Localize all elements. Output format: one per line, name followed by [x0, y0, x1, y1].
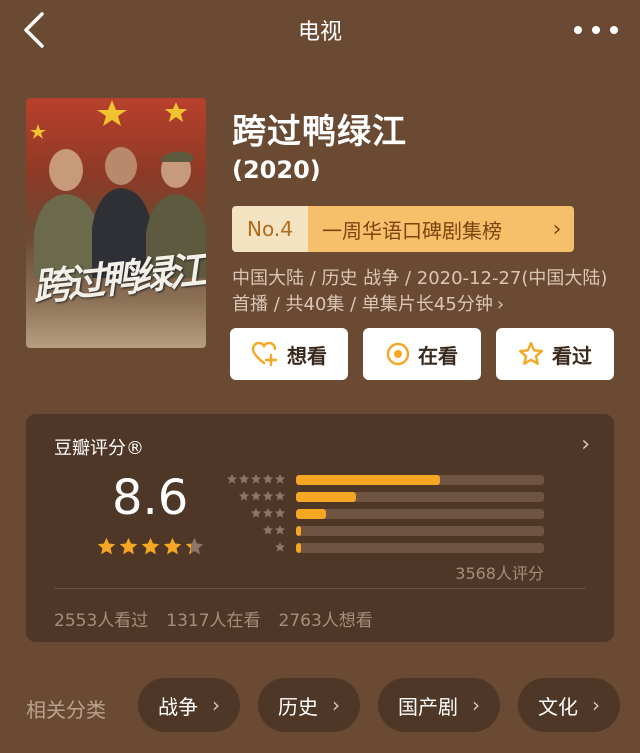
distribution-stars [222, 507, 286, 519]
chevron-right-icon: › [581, 432, 590, 457]
chevron-right-icon: › [496, 294, 505, 315]
category-chip-label: 战争 [158, 694, 198, 719]
page-title: 电视 [297, 20, 342, 45]
want-to-watch-label: 想看 [287, 343, 327, 368]
star-icon [275, 491, 285, 501]
more-button[interactable] [574, 18, 618, 42]
star-icon [263, 491, 273, 501]
distribution-bar-fill [296, 509, 326, 519]
rating-card[interactable]: 豆瓣评分® › 8.6 3568人评分 2553人看过 1317人在看 2763… [26, 414, 614, 642]
distribution-stars [222, 541, 286, 553]
distribution-stars [222, 473, 286, 485]
more-dot-icon [574, 26, 582, 34]
category-chip-label: 国产剧 [398, 694, 458, 719]
meta-text: 中国大陆 / 历史 战争 / 2020-12-27(中国大陆)首播 / 共40集… [232, 268, 608, 315]
rating-title: 豆瓣评分® [54, 438, 144, 459]
watch-stats: 2553人看过 1317人在看 2763人想看 [54, 606, 391, 631]
distribution-row [222, 472, 544, 486]
distribution-bar-fill [296, 475, 440, 485]
average-stars [96, 536, 206, 557]
star-icon [239, 491, 249, 501]
star-icon [227, 474, 237, 484]
heart-plus-icon [251, 341, 278, 367]
ranking-badge[interactable]: No.4 一周华语口碑剧集榜 › [232, 206, 574, 252]
star-icon [97, 537, 116, 555]
category-chip[interactable]: 文化 › [518, 678, 620, 732]
star-icon [263, 508, 273, 518]
related-categories: 战争 › 历史 › 国产剧 › 文化 › [138, 678, 638, 732]
poster-image[interactable]: 跨过鸭绿江 [26, 98, 206, 348]
more-dot-icon [610, 26, 618, 34]
star-icon [239, 474, 249, 484]
star-icon [141, 537, 160, 555]
star-icon [119, 537, 138, 555]
star-icon [263, 525, 273, 535]
category-chip-label: 文化 [538, 694, 578, 719]
distribution-bar-fill [296, 543, 301, 553]
watched-count[interactable]: 2553人看过 [54, 606, 148, 631]
category-chip[interactable]: 国产剧 › [378, 678, 500, 732]
more-dot-icon [592, 26, 600, 34]
divider [54, 588, 586, 589]
star-icon [275, 508, 285, 518]
rating-count: 3568人评分 [455, 564, 544, 583]
chevron-right-icon: › [332, 693, 340, 717]
distribution-bar-track [296, 509, 544, 519]
action-buttons: 想看 在看 看过 [230, 328, 614, 380]
want-count[interactable]: 2763人想看 [279, 606, 373, 631]
chevron-right-icon: › [592, 693, 600, 717]
distribution-row [222, 540, 544, 554]
distribution-stars [222, 490, 286, 502]
category-chip[interactable]: 历史 › [258, 678, 360, 732]
category-chip[interactable]: 战争 › [138, 678, 240, 732]
poster-artwork [30, 100, 206, 278]
chevron-right-icon: › [212, 693, 220, 717]
star-icon [275, 525, 285, 535]
chevron-right-icon: › [472, 693, 480, 717]
watching-button[interactable]: 在看 [363, 328, 481, 380]
show-meta[interactable]: 中国大陆 / 历史 战争 / 2020-12-27(中国大陆)首播 / 共40集… [232, 266, 612, 318]
distribution-stars [222, 524, 286, 536]
watching-count[interactable]: 1317人在看 [166, 606, 260, 631]
star-icon [185, 537, 204, 555]
show-title: 跨过鸭绿江 [232, 112, 407, 152]
want-to-watch-button[interactable]: 想看 [230, 328, 348, 380]
star-icon [263, 474, 273, 484]
distribution-row [222, 489, 544, 503]
distribution-bar-track [296, 475, 544, 485]
star-icon [163, 537, 182, 555]
star-icon [251, 491, 261, 501]
distribution-row [222, 523, 544, 537]
rating-score: 8.6 [112, 470, 189, 526]
distribution-bar-track [296, 543, 544, 553]
top-bar: 电视 [0, 0, 640, 60]
distribution-bar-track [296, 526, 544, 536]
show-year: (2020) [232, 156, 321, 184]
circle-dot-icon [386, 342, 410, 366]
chevron-right-icon: › [540, 206, 574, 252]
watching-label: 在看 [418, 343, 458, 368]
watched-label: 看过 [552, 343, 592, 368]
distribution-bar-fill [296, 492, 356, 502]
rank-number: No.4 [232, 206, 308, 252]
star-outline-icon [518, 341, 544, 365]
rank-list-name: 一周华语口碑剧集榜 [308, 206, 540, 252]
watched-button[interactable]: 看过 [496, 328, 614, 380]
star-icon [251, 508, 261, 518]
related-categories-label: 相关分类 [26, 698, 106, 722]
star-icon [275, 474, 285, 484]
distribution-bar-track [296, 492, 544, 502]
distribution-bar-fill [296, 526, 301, 536]
distribution-row [222, 506, 544, 520]
category-chip-label: 历史 [278, 694, 318, 719]
star-icon [251, 474, 261, 484]
star-icon [275, 542, 285, 552]
